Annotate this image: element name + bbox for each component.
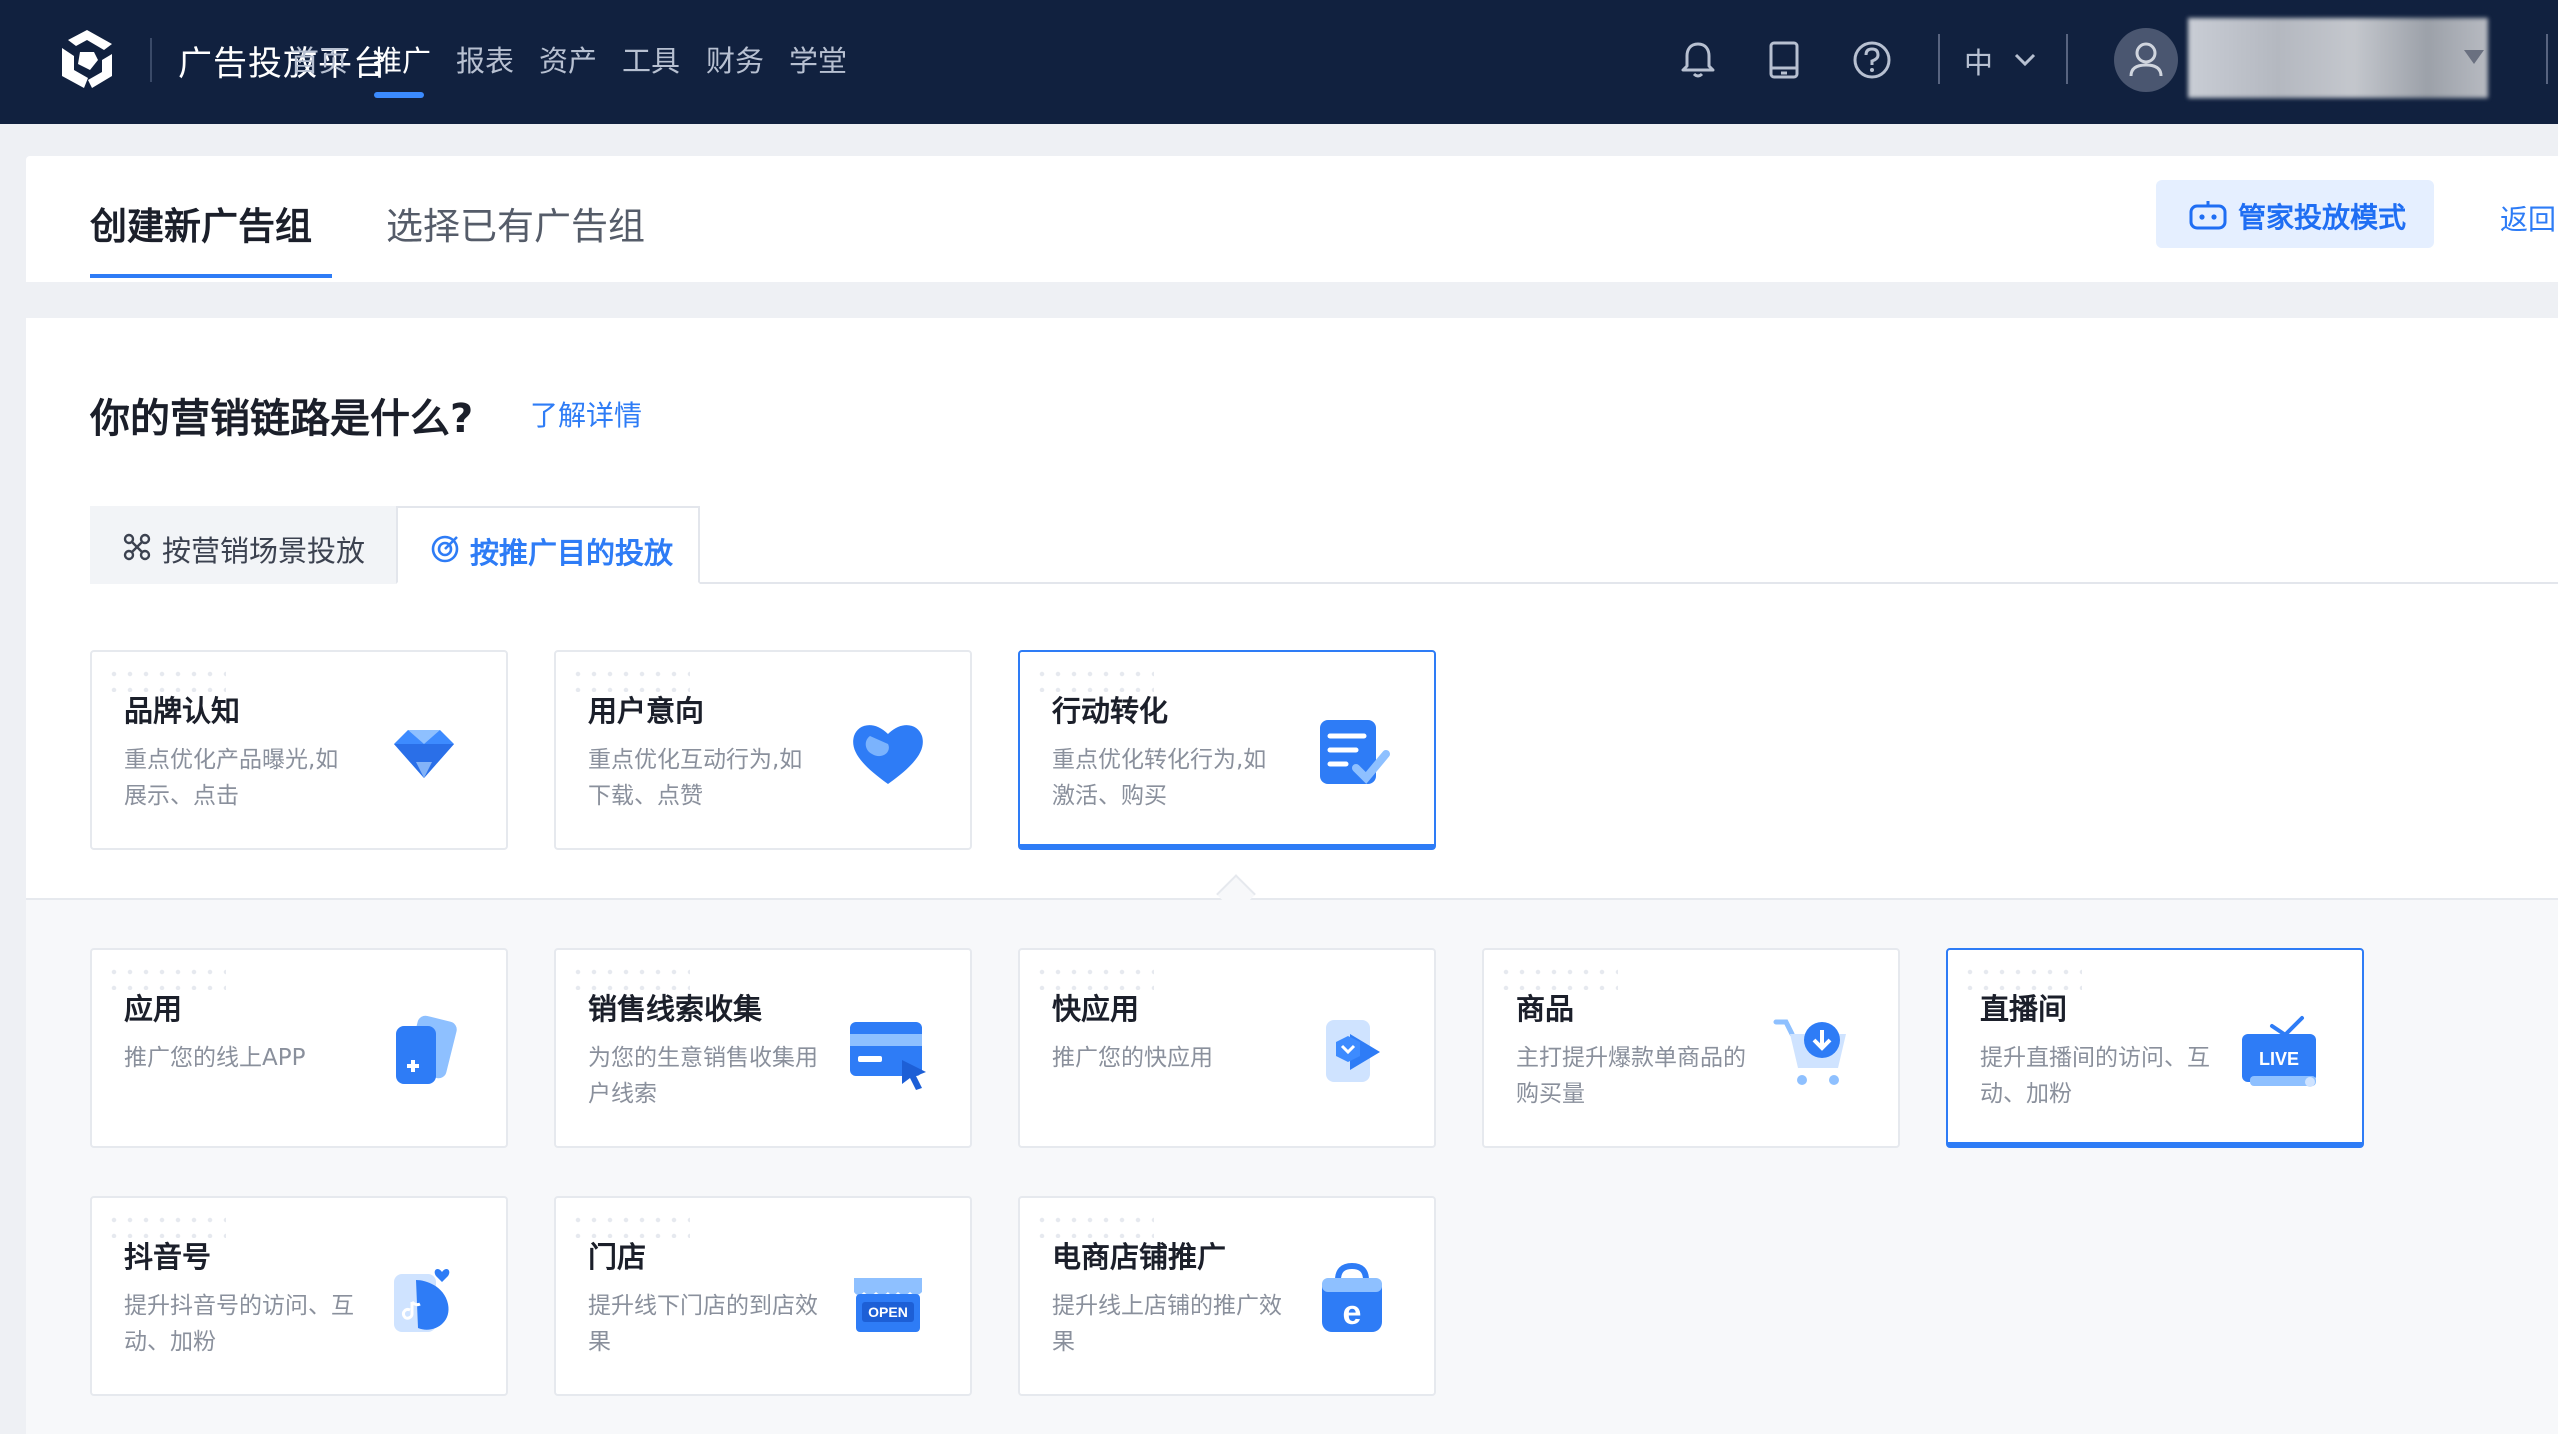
card-title: 直播间: [1980, 992, 2068, 1026]
sub-card-app[interactable]: 应用 推广您的线上APP: [90, 948, 508, 1148]
target-icon: [431, 535, 459, 563]
nav-tools[interactable]: 工具: [622, 38, 680, 80]
card-description: 为您的生意销售收集用户线索: [588, 1045, 818, 1107]
sub-card-douyin-account[interactable]: 抖音号 提升抖音号的访问、互动、加粉: [90, 1196, 508, 1396]
cart-icon: [1773, 1019, 1846, 1085]
toolbar-divider: [1938, 34, 1940, 84]
avatar[interactable]: [2114, 28, 2178, 92]
tab-by-goal[interactable]: 按推广目的投放: [396, 506, 700, 584]
toolbar-divider: [2546, 34, 2548, 84]
platform-title: 广告投放平台: [178, 44, 388, 84]
card-description: 主打提升爆款单商品的购买量: [1516, 1045, 1746, 1107]
tab-active-indicator: [90, 274, 332, 278]
card-description: 提升线下门店的到店效果: [588, 1293, 818, 1355]
quick-app-icon: [1326, 1020, 1380, 1082]
diamond-icon: [394, 730, 454, 778]
card-title: 商品: [1516, 992, 1575, 1026]
bell-icon[interactable]: [1676, 38, 1720, 82]
language-selector[interactable]: 中: [1964, 40, 1993, 82]
card-description: 推广您的线上APP: [124, 1045, 306, 1071]
card-title: 应用: [124, 992, 183, 1026]
svg-text:OPEN: OPEN: [868, 1304, 908, 1320]
network-icon: [123, 533, 151, 561]
checklist-icon: [1320, 720, 1390, 784]
tab-by-goal-label: 按推广目的投放: [470, 536, 674, 570]
card-title: 门店: [588, 1240, 647, 1274]
card-description: 重点优化产品曝光,如展示、点击: [124, 747, 339, 809]
sub-card-live-room[interactable]: 直播间 提升直播间的访问、互动、加粉 LIVE: [1946, 948, 2364, 1148]
card-description: 重点优化转化行为,如激活、购买: [1052, 747, 1267, 809]
sub-card-product[interactable]: 商品 主打提升爆款单商品的购买量: [1482, 948, 1900, 1148]
nav-assets[interactable]: 资产: [539, 38, 597, 80]
card-title: 品牌认知: [124, 694, 241, 728]
username-redacted[interactable]: [2188, 18, 2488, 98]
top-navigation-bar: 广告投放平台 首页 推广 报表 资产 工具 财务 学堂 中: [0, 0, 2558, 124]
card-title: 用户意向: [588, 694, 705, 728]
tab-by-scene[interactable]: 按营销场景投放: [90, 506, 396, 584]
card-title: 抖音号: [124, 1240, 212, 1274]
heart-icon: [853, 725, 923, 784]
marketing-path-panel: 你的营销链路是什么? 了解详情 按营销场景投放 按推广目的投放 品牌认知 重点优…: [26, 318, 2558, 1434]
card-description: 推广您的快应用: [1052, 1045, 1213, 1071]
card-title: 电商店铺推广: [1052, 1240, 1227, 1274]
back-link[interactable]: 返回: [2500, 198, 2556, 238]
nav-home[interactable]: 首页: [290, 38, 348, 80]
ad-group-mode-panel: 创建新广告组 选择已有广告组 管家投放模式 返回: [26, 156, 2558, 282]
douyin-icon: [394, 1269, 450, 1332]
tab-by-scene-label: 按营销场景投放: [162, 534, 366, 568]
user-menu-caret-icon[interactable]: [2464, 50, 2484, 64]
svg-text:e: e: [1343, 1294, 1362, 1332]
nav-promotion[interactable]: 推广: [373, 38, 431, 80]
svg-text:LIVE: LIVE: [2259, 1049, 2299, 1069]
toolbar-divider: [2066, 34, 2068, 84]
tablet-icon[interactable]: [1762, 38, 1806, 82]
app-add-icon: [396, 1015, 457, 1084]
nav-reports[interactable]: 报表: [456, 38, 514, 80]
sub-card-ecommerce-store[interactable]: 电商店铺推广 提升线上店铺的推广效果 e: [1018, 1196, 1436, 1396]
page-title: 你的营销链路是什么?: [90, 396, 474, 442]
card-title: 快应用: [1052, 992, 1140, 1026]
card-description: 提升线上店铺的推广效果: [1052, 1293, 1282, 1355]
butler-mode-button[interactable]: 管家投放模式: [2156, 180, 2434, 248]
tab-select-ad-group[interactable]: 选择已有广告组: [386, 196, 645, 250]
nav-academy[interactable]: 学堂: [789, 38, 847, 80]
tab-create-ad-group[interactable]: 创建新广告组: [90, 196, 312, 250]
card-title: 销售线索收集: [588, 992, 763, 1026]
platform-logo-icon[interactable]: [54, 26, 120, 92]
card-description: 提升抖音号的访问、互动、加粉: [124, 1293, 354, 1355]
goal-card-user-intent[interactable]: 用户意向 重点优化互动行为,如下载、点赞: [554, 650, 972, 850]
learn-more-link[interactable]: 了解详情: [530, 394, 642, 434]
live-tv-icon: LIVE: [2242, 1016, 2316, 1087]
robot-icon: [2189, 201, 2227, 230]
sub-card-store[interactable]: 门店 提升线下门店的到店效果 OPEN: [554, 1196, 972, 1396]
nav-finance[interactable]: 财务: [706, 38, 764, 80]
user-icon: [2129, 42, 2163, 77]
shop-bag-icon: e: [1322, 1262, 1382, 1332]
card-title: 行动转化: [1052, 694, 1169, 728]
logo-divider: [150, 38, 152, 82]
store-open-icon: OPEN: [854, 1278, 922, 1332]
card-description: 重点优化互动行为,如下载、点赞: [588, 747, 803, 809]
sub-card-quick-app[interactable]: 快应用 推广您的快应用: [1018, 948, 1436, 1148]
sub-card-lead-collection[interactable]: 销售线索收集 为您的生意销售收集用户线索: [554, 948, 972, 1148]
card-cursor-icon: [850, 1022, 926, 1090]
card-description: 提升直播间的访问、互动、加粉: [1980, 1045, 2210, 1107]
help-icon[interactable]: [1850, 38, 1894, 82]
butler-mode-label: 管家投放模式: [2238, 201, 2407, 234]
nav-active-indicator: [374, 92, 424, 98]
chevron-down-icon[interactable]: [2010, 44, 2040, 74]
goal-card-brand-awareness[interactable]: 品牌认知 重点优化产品曝光,如展示、点击: [90, 650, 508, 850]
goal-card-action-conversion[interactable]: 行动转化 重点优化转化行为,如激活、购买: [1018, 650, 1436, 850]
